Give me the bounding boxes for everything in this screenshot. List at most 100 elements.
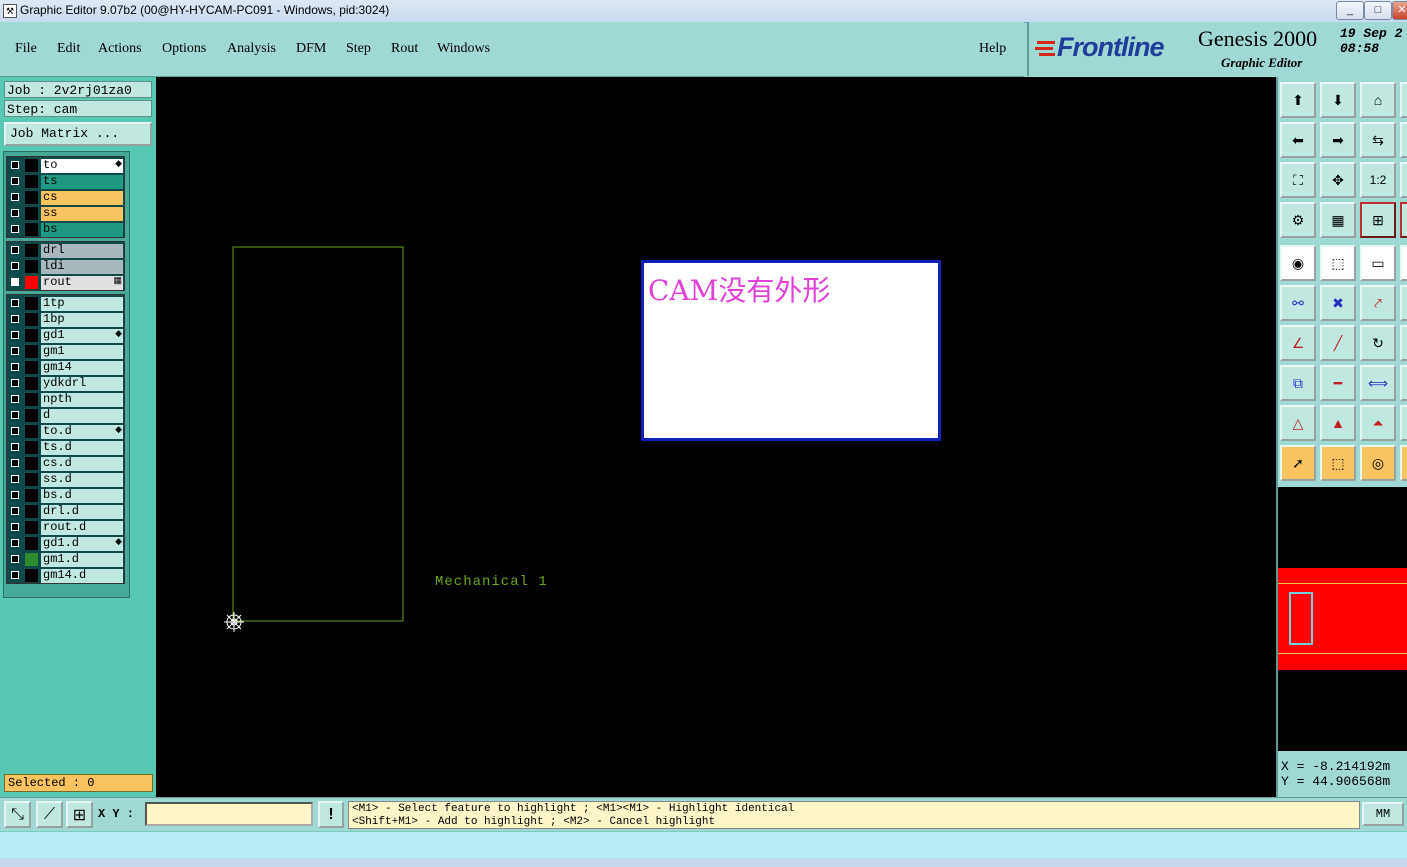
layer-checkbox[interactable] [11, 507, 19, 515]
layer-name[interactable]: to [41, 159, 123, 173]
layer-row[interactable]: ts [7, 174, 124, 189]
polygon-tool-icon[interactable]: ▲ [1320, 405, 1356, 441]
graphic-canvas[interactable]: Mechanical 1 CAM没有外形 [156, 77, 1276, 797]
layer-checkbox[interactable] [11, 299, 19, 307]
layer-row[interactable]: to.d ◆ [7, 424, 124, 439]
measure-icon[interactable]: ⟋ [36, 801, 63, 828]
select-circle-icon[interactable]: ◎ [1360, 445, 1396, 481]
swap-view-icon[interactable]: ⇆ [1360, 122, 1396, 158]
toolbar-overflow-icon[interactable] [1400, 202, 1407, 238]
layer-name[interactable]: drl.d [41, 505, 123, 519]
menu-edit[interactable]: Edit [57, 41, 80, 57]
layer-checkbox[interactable] [11, 161, 19, 169]
layer-row[interactable]: drl [7, 243, 124, 258]
layer-name[interactable]: d [41, 409, 123, 423]
arc-icon[interactable]: ↻ [1360, 325, 1396, 361]
annotation-box[interactable]: CAM没有外形 [641, 260, 941, 441]
toolbar-overflow-icon[interactable] [1400, 82, 1407, 118]
layer-name[interactable]: bs [41, 223, 123, 237]
job-matrix-button[interactable]: Job Matrix ... [4, 122, 152, 146]
close-button[interactable]: ✕ [1392, 1, 1407, 20]
layer-name[interactable]: ts [41, 175, 123, 189]
layer-checkbox[interactable] [11, 459, 19, 467]
layer-name[interactable]: ydkdrl [41, 377, 123, 391]
snap-icon[interactable]: ⊞ [1360, 202, 1396, 238]
menu-step[interactable]: Step [346, 41, 371, 57]
layer-name[interactable]: gm14.d [41, 569, 123, 583]
layer-row[interactable]: cs.d [7, 456, 124, 471]
home-view-icon[interactable]: ⌂ [1360, 82, 1396, 118]
menu-options[interactable]: Options [162, 41, 206, 57]
toolbar-overflow-icon[interactable] [1400, 365, 1407, 401]
layer-name[interactable]: 1bp [41, 313, 123, 327]
layer-row[interactable]: drl.d [7, 504, 124, 519]
toolbar-overflow-icon[interactable] [1400, 405, 1407, 441]
layer-checkbox[interactable] [11, 363, 19, 371]
zoom-fit-icon[interactable]: ⛶ [1280, 162, 1316, 198]
layer-name[interactable]: gm14 [41, 361, 123, 375]
layer-name[interactable]: ldi [41, 260, 123, 274]
layer-checkbox[interactable] [11, 539, 19, 547]
layer-row[interactable]: gd1 ◆ [7, 328, 124, 343]
toolbar-overflow-icon[interactable] [1400, 245, 1407, 281]
layer-checkbox[interactable] [11, 571, 19, 579]
menu-analysis[interactable]: Analysis [227, 41, 276, 57]
layer-checkbox[interactable] [11, 278, 19, 286]
layer-row[interactable]: npth [7, 392, 124, 407]
layer-checkbox[interactable] [11, 331, 19, 339]
layer-checkbox[interactable] [11, 379, 19, 387]
move-feature-icon[interactable]: ⤤ [1360, 285, 1396, 321]
menu-help[interactable]: Help [979, 41, 1006, 57]
toolbar-overflow-icon[interactable] [1400, 162, 1407, 198]
layer-row[interactable]: gm14 [7, 360, 124, 375]
layer-name[interactable]: 1tp [41, 297, 123, 311]
layer-row[interactable]: d [7, 408, 124, 423]
resize-icon[interactable]: ⟺ [1360, 365, 1396, 401]
split-line-icon[interactable]: ━ [1320, 365, 1356, 401]
delete-feature-icon[interactable]: ✖ [1320, 285, 1356, 321]
layer-checkbox[interactable] [11, 491, 19, 499]
menu-actions[interactable]: Actions [98, 41, 142, 57]
xy-input[interactable] [145, 802, 313, 826]
layer-row[interactable]: gm1.d [7, 552, 124, 567]
maximize-button[interactable]: □ [1364, 1, 1392, 20]
layer-name[interactable]: gm1.d [41, 553, 123, 567]
layer-checkbox[interactable] [11, 262, 19, 270]
layer-checkbox[interactable] [11, 209, 19, 217]
pan-right-icon[interactable]: ➡ [1320, 122, 1356, 158]
layer-name[interactable]: bs.d [41, 489, 123, 503]
layer-name[interactable]: ss [41, 207, 123, 221]
alert-icon[interactable]: ! [318, 801, 344, 828]
layer-row[interactable]: gm14.d [7, 568, 124, 583]
connect-icon[interactable]: ⚯ [1280, 285, 1316, 321]
select-pointer-icon[interactable]: ➚ [1280, 445, 1316, 481]
layer-checkbox[interactable] [11, 427, 19, 435]
layer-name[interactable]: cs [41, 191, 123, 205]
line-icon[interactable]: ╱ [1320, 325, 1356, 361]
layer-checkbox[interactable] [11, 443, 19, 451]
layer-row[interactable]: ts.d [7, 440, 124, 455]
layer-row[interactable]: bs.d [7, 488, 124, 503]
layer-checkbox[interactable] [11, 177, 19, 185]
ruler-icon[interactable]: ▭ [1360, 245, 1396, 281]
layer-name[interactable]: to.d [41, 425, 123, 439]
layer-row[interactable]: ss.d [7, 472, 124, 487]
grid-icon[interactable]: ▦ [1320, 202, 1356, 238]
measure-tool-icon[interactable]: ⚙ [1280, 202, 1316, 238]
add-pad-icon[interactable]: ◉ [1280, 245, 1316, 281]
layer-name[interactable]: cs.d [41, 457, 123, 471]
layer-row[interactable]: rout.d [7, 520, 124, 535]
layer-row[interactable]: rout ▦ [7, 275, 124, 290]
toolbar-overflow-icon[interactable] [1400, 445, 1407, 481]
layer-checkbox[interactable] [11, 246, 19, 254]
layer-checkbox[interactable] [11, 475, 19, 483]
add-shape-icon[interactable]: ⬚ [1320, 245, 1356, 281]
overview-map[interactable] [1278, 487, 1407, 751]
toolbar-overflow-icon[interactable] [1400, 285, 1407, 321]
zoom-box-icon[interactable]: ⤡ [4, 801, 31, 828]
zoom-center-icon[interactable]: ✥ [1320, 162, 1356, 198]
layer-row[interactable]: ss [7, 206, 124, 221]
layer-name[interactable]: drl [41, 244, 123, 258]
layer-name[interactable]: npth [41, 393, 123, 407]
select-box-icon[interactable]: ⬚ [1320, 445, 1356, 481]
